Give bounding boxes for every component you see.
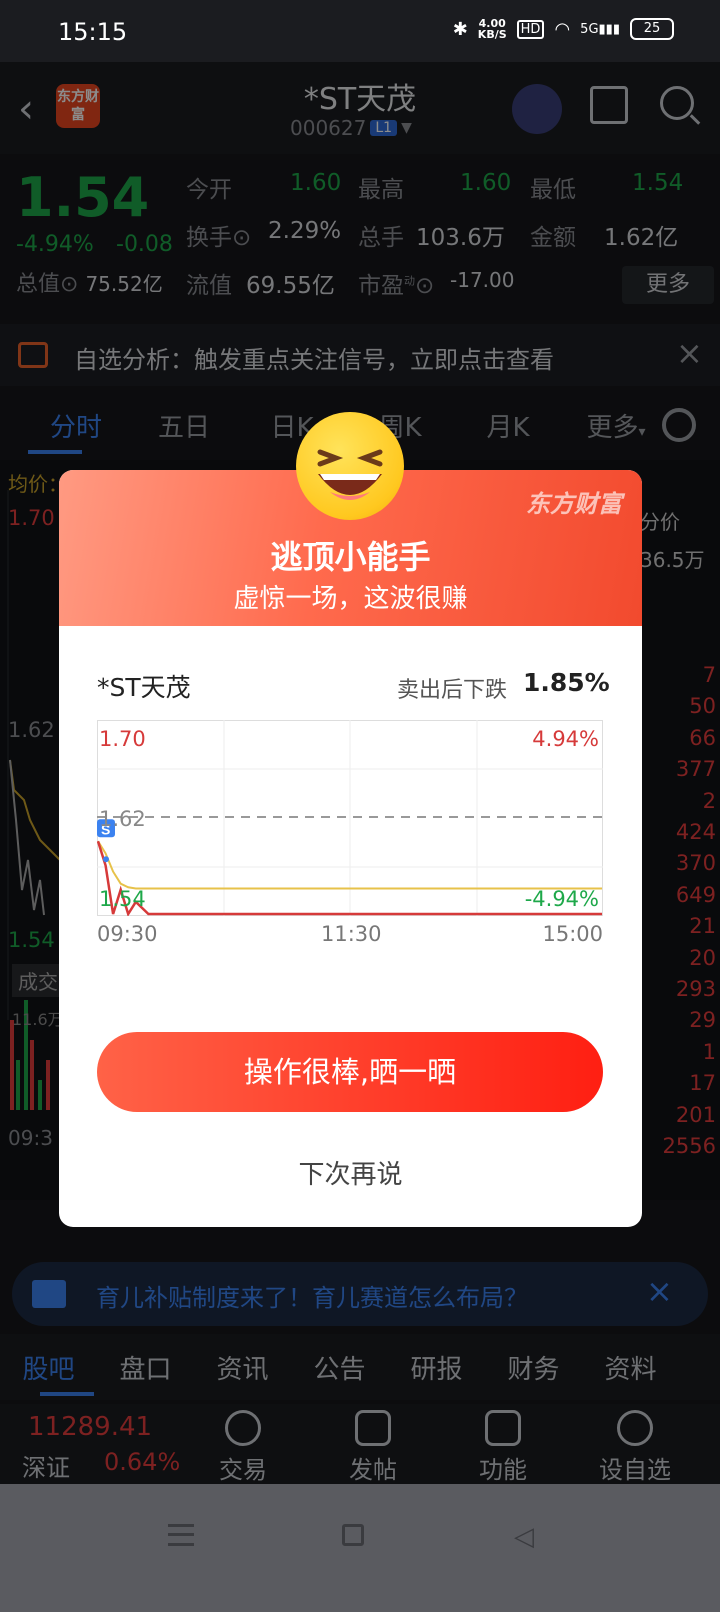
y-tick-low: 1.54 [99, 887, 146, 911]
bluetooth-icon: ✱ [452, 18, 468, 40]
back-nav-icon[interactable]: ◁ [514, 1522, 534, 1552]
x-tick-end: 15:00 [542, 922, 603, 946]
x-tick-start: 09:30 [97, 922, 158, 946]
sell-marker-dot [103, 856, 109, 863]
status-bar: 15:15 ✱ 4.00 KB/S HD ◠ 5G▮▮▮ 25 [0, 0, 720, 62]
time-axis: 09:30 11:30 15:00 [97, 922, 603, 950]
battery-icon: 25 [630, 18, 674, 40]
net-speed: 4.00 KB/S [477, 17, 507, 41]
intraday-mini-chart: S 1.70 1.62 1.54 4.94% -4.94% [97, 720, 603, 916]
home-icon[interactable] [342, 1524, 364, 1546]
status-time: 15:15 [58, 18, 128, 46]
brand-watermark: 东方财富 [526, 490, 622, 518]
menu-icon[interactable] [168, 1524, 194, 1546]
x-tick-mid: 11:30 [321, 922, 382, 946]
modal-stock-name: *ST天茂 [97, 673, 191, 702]
modal-title: 逃顶小能手 [270, 538, 431, 576]
wifi-icon: ◠ [554, 18, 571, 40]
pct-tick-high: 4.94% [532, 727, 599, 751]
status-icons: ✱ 4.00 KB/S HD ◠ 5G▮▮▮ 25 [453, 18, 674, 40]
y-tick-mid: 1.62 [99, 807, 146, 831]
modal-subtitle: 虚惊一场，这波很赚 [233, 584, 468, 614]
share-button[interactable]: 操作很棒,晒一晒 [97, 1032, 603, 1112]
laughing-emoji-icon [296, 412, 404, 520]
system-nav-bar: ◁ [0, 1484, 720, 1612]
achievement-modal: 东方财富 逃顶小能手 虚惊一场，这波很赚 *ST天茂 卖出后下跌 1.85% S… [59, 470, 642, 1227]
later-button[interactable]: 下次再说 [59, 1154, 642, 1191]
pct-tick-low: -4.94% [525, 887, 599, 911]
y-tick-high: 1.70 [99, 727, 146, 751]
drop-label: 卖出后下跌 [397, 678, 508, 703]
drop-value: 1.85% [523, 668, 610, 697]
signal-icon: 5G▮▮▮ [580, 21, 620, 37]
hd-icon: HD [516, 19, 545, 39]
